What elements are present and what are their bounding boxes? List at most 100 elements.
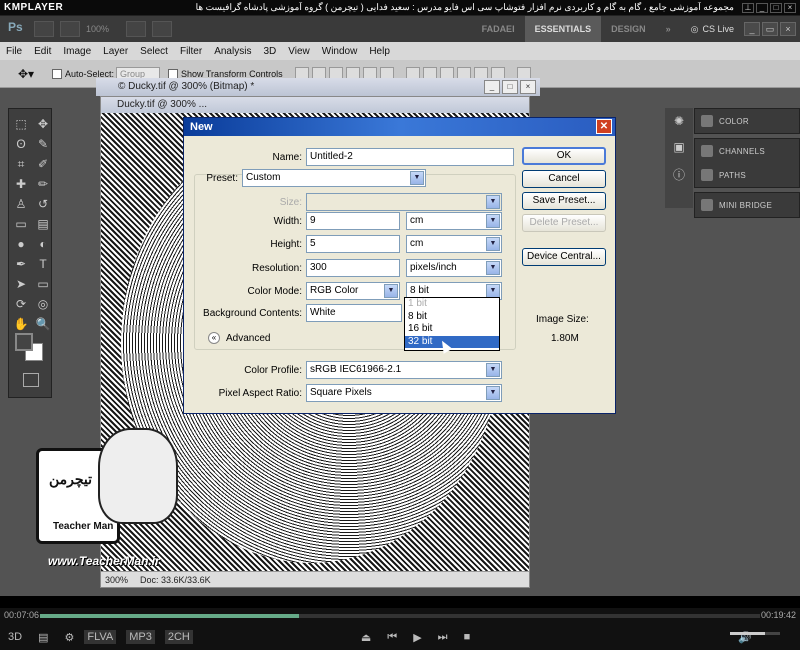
- adjustments-icon[interactable]: ✺: [669, 114, 689, 134]
- volume-slider[interactable]: [730, 632, 780, 635]
- workspace-fadaei[interactable]: FADAEI: [472, 16, 525, 42]
- size-select[interactable]: ▼: [306, 193, 502, 211]
- marquee-tool-icon[interactable]: ⬚: [11, 115, 31, 133]
- device-central-button[interactable]: Device Central...: [522, 248, 606, 266]
- menu-layer[interactable]: Layer: [97, 46, 134, 57]
- previous-icon[interactable]: ⏮: [387, 631, 397, 644]
- workspace-essentials[interactable]: ESSENTIALS: [524, 16, 602, 42]
- zoom-level[interactable]: 100%: [86, 24, 120, 34]
- document-window-back[interactable]: © Ducky.tif @ 300% (Bitmap) * _ □ ×: [96, 78, 540, 96]
- bit-option-1[interactable]: 1 bit: [405, 298, 499, 311]
- pin-icon[interactable]: ⊥: [742, 2, 754, 13]
- stop-icon[interactable]: ■: [464, 631, 471, 643]
- workspace-design[interactable]: DESIGN: [601, 16, 656, 42]
- eject-icon[interactable]: ⏏: [361, 631, 371, 644]
- bg-contents-select[interactable]: White: [306, 304, 402, 322]
- maximize-icon[interactable]: □: [770, 2, 782, 13]
- width-field[interactable]: 9: [306, 212, 400, 230]
- bit-option-16[interactable]: 16 bit: [405, 323, 499, 336]
- cs-live[interactable]: ◎ CS Live: [681, 24, 744, 35]
- name-field[interactable]: Untitled-2: [306, 148, 514, 166]
- advanced-row[interactable]: « Advanced: [208, 332, 270, 344]
- panel-mini-bridge[interactable]: MINI BRIDGE: [695, 193, 799, 217]
- panel-color[interactable]: COLOR: [695, 109, 799, 133]
- menu-select[interactable]: Select: [134, 46, 174, 57]
- doc-close-icon[interactable]: ×: [520, 80, 536, 94]
- more-workspaces-icon[interactable]: »: [656, 16, 681, 42]
- width-unit-select[interactable]: cm ▼: [406, 212, 502, 230]
- advanced-toggle-icon[interactable]: «: [208, 332, 220, 344]
- show-transform-option[interactable]: Show Transform Controls: [168, 68, 283, 79]
- dodge-tool-icon[interactable]: ◐: [33, 235, 53, 253]
- bridge-button[interactable]: [34, 21, 54, 37]
- 3d-icon[interactable]: 3D: [8, 631, 22, 643]
- history-brush-tool-icon[interactable]: ↺: [33, 195, 53, 213]
- save-preset-button[interactable]: Save Preset...: [522, 192, 606, 210]
- blur-tool-icon[interactable]: ●: [11, 235, 31, 253]
- dialog-close-icon[interactable]: ✕: [596, 119, 612, 134]
- screen-mode-button[interactable]: [152, 21, 172, 37]
- zoom-tool-icon[interactable]: 🔍: [33, 315, 53, 333]
- minibridge-button[interactable]: [60, 21, 80, 37]
- menu-image[interactable]: Image: [57, 46, 97, 57]
- minimize-icon[interactable]: _: [756, 2, 768, 13]
- menu-file[interactable]: File: [0, 46, 28, 57]
- menu-filter[interactable]: Filter: [174, 46, 208, 57]
- bit-option-32[interactable]: 32 bit: [405, 335, 499, 348]
- menu-view[interactable]: View: [282, 46, 316, 57]
- seek-bar[interactable]: [40, 614, 760, 618]
- path-select-tool-icon[interactable]: ➤: [11, 275, 31, 293]
- resolution-field[interactable]: 300: [306, 259, 400, 277]
- ok-button[interactable]: OK: [522, 147, 606, 165]
- info-icon[interactable]: ⓘ: [669, 166, 689, 186]
- ps-minimize-icon[interactable]: _: [744, 22, 760, 36]
- color-mode-select[interactable]: RGB Color ▼: [306, 282, 400, 300]
- ps-close-icon[interactable]: ×: [780, 22, 796, 36]
- gradient-tool-icon[interactable]: ▤: [33, 215, 53, 233]
- menu-analysis[interactable]: Analysis: [208, 46, 257, 57]
- height-unit-select[interactable]: cm ▼: [406, 235, 502, 253]
- crop-tool-icon[interactable]: ⌗: [11, 155, 31, 173]
- resolution-unit-select[interactable]: pixels/inch ▼: [406, 259, 502, 277]
- panel-channels[interactable]: CHANNELS: [695, 139, 799, 163]
- auto-select-checkbox[interactable]: [52, 68, 62, 79]
- play-icon[interactable]: ▶: [413, 631, 421, 644]
- type-tool-icon[interactable]: T: [33, 255, 53, 273]
- doc-restore-icon[interactable]: □: [502, 80, 518, 94]
- delete-preset-button[interactable]: Delete Preset...: [522, 214, 606, 232]
- menu-window[interactable]: Window: [316, 46, 364, 57]
- hand-tool-icon[interactable]: ✋: [11, 315, 31, 333]
- healing-tool-icon[interactable]: ✚: [11, 175, 31, 193]
- preset-select[interactable]: Custom ▼: [242, 169, 426, 187]
- cancel-button[interactable]: Cancel: [522, 170, 606, 188]
- 3d-rotate-tool-icon[interactable]: ⟳: [11, 295, 31, 313]
- height-field[interactable]: 5: [306, 235, 400, 253]
- settings-icon[interactable]: ⚙: [64, 631, 74, 644]
- quick-select-tool-icon[interactable]: ✎: [33, 135, 53, 153]
- close-icon[interactable]: ×: [784, 2, 796, 13]
- pixel-aspect-select[interactable]: Square Pixels ▼: [306, 384, 502, 402]
- stamp-tool-icon[interactable]: ♙: [11, 195, 31, 213]
- menu-3d[interactable]: 3D: [257, 46, 282, 57]
- ps-restore-icon[interactable]: ▭: [762, 22, 778, 36]
- next-icon[interactable]: ⏭: [438, 631, 448, 644]
- eraser-tool-icon[interactable]: ▭: [11, 215, 31, 233]
- foreground-color-swatch[interactable]: [15, 333, 33, 351]
- arrange-button[interactable]: [126, 21, 146, 37]
- move-tool-icon[interactable]: ✥: [33, 115, 53, 133]
- image-panel-icon[interactable]: ▣: [669, 140, 689, 160]
- quick-mask-icon[interactable]: [23, 373, 39, 387]
- menu-help[interactable]: Help: [363, 46, 396, 57]
- move-tool-preset-icon[interactable]: ✥▾: [8, 64, 44, 84]
- menu-edit[interactable]: Edit: [28, 46, 57, 57]
- show-transform-checkbox[interactable]: [168, 68, 179, 79]
- 3d-orbit-tool-icon[interactable]: ◎: [33, 295, 53, 313]
- shape-tool-icon[interactable]: ▭: [33, 275, 53, 293]
- panel-paths[interactable]: PATHS: [695, 163, 799, 187]
- playlist-icon[interactable]: ▤: [38, 631, 48, 644]
- bit-option-8[interactable]: 8 bit: [405, 311, 499, 324]
- doc-minimize-icon[interactable]: _: [484, 80, 500, 94]
- color-profile-select[interactable]: sRGB IEC61966-2.1 ▼: [306, 361, 502, 379]
- pen-tool-icon[interactable]: ✒: [11, 255, 31, 273]
- brush-tool-icon[interactable]: ✏: [33, 175, 53, 193]
